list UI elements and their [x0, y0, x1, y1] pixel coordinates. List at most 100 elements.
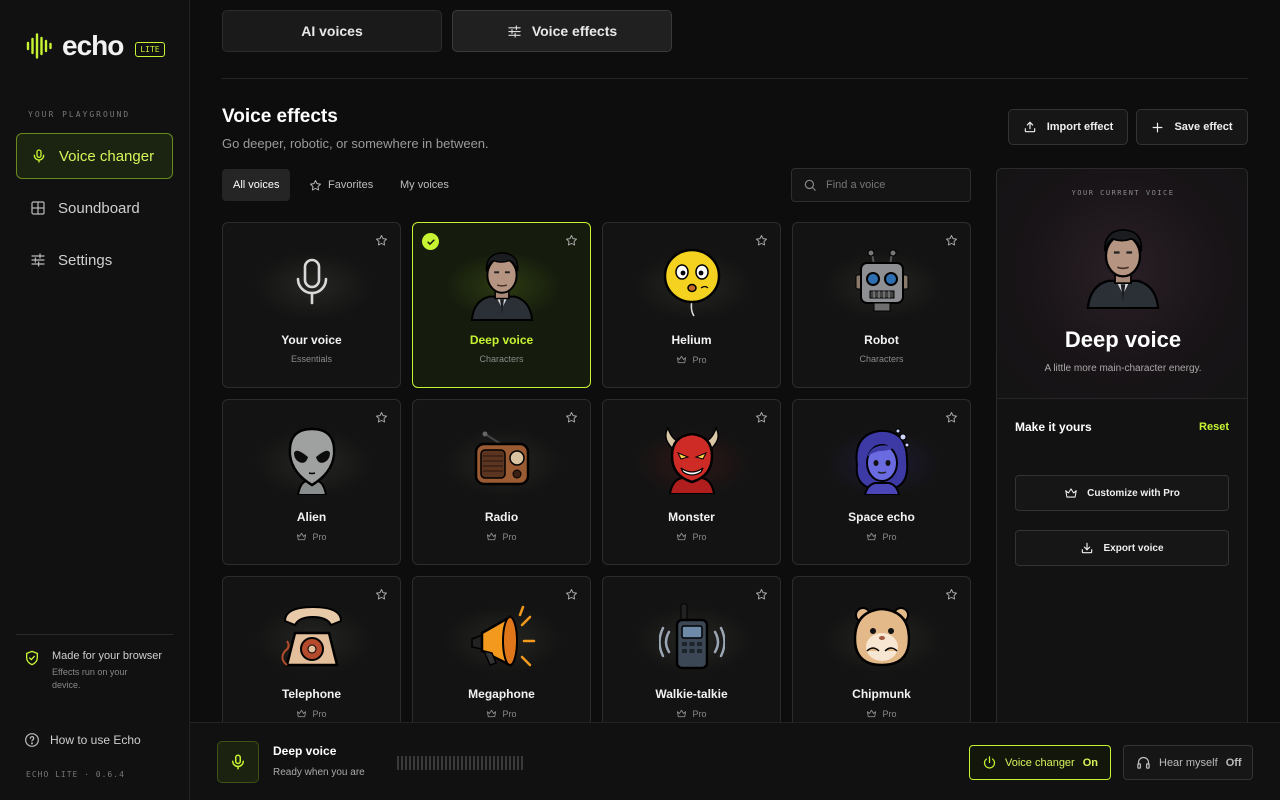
- version-label: ECHO LITE · 0.6.4: [26, 770, 125, 779]
- mic-icon: [232, 754, 244, 770]
- meter-tick: [429, 756, 431, 770]
- level-meter: [397, 756, 523, 770]
- save-effect-button[interactable]: Save effect: [1136, 109, 1248, 145]
- crown-icon: [867, 709, 877, 718]
- sidebar-item-settings[interactable]: Settings: [16, 237, 173, 283]
- make-it-yours-title: Make it yours: [1015, 420, 1092, 434]
- star-icon[interactable]: [755, 588, 768, 601]
- crown-icon: [1065, 488, 1077, 498]
- active-voice-status: Ready when you are: [273, 767, 365, 778]
- voice-tag-label: Pro: [312, 531, 327, 542]
- meter-tick: [449, 756, 451, 770]
- import-effect-button[interactable]: Import effect: [1008, 109, 1128, 145]
- voice-tag-label: Pro: [502, 531, 517, 542]
- how-to-link[interactable]: How to use Echo: [24, 732, 141, 748]
- meter-tick: [489, 756, 491, 770]
- meter-tick: [509, 756, 511, 770]
- meter-tick: [433, 756, 435, 770]
- voice-card-chipmunk[interactable]: Chipmunk Pro: [792, 576, 971, 722]
- search-input[interactable]: [826, 179, 956, 191]
- voice-card-monster[interactable]: Monster Pro: [602, 399, 781, 565]
- meter-tick: [513, 756, 515, 770]
- star-icon[interactable]: [945, 588, 958, 601]
- tab-ai-voices[interactable]: AI voices: [222, 10, 442, 52]
- voice-name: Space echo: [848, 510, 915, 524]
- export-voice-button[interactable]: Export voice: [1015, 530, 1229, 566]
- sidebar-item-soundboard[interactable]: Soundboard: [16, 185, 173, 231]
- star-icon[interactable]: [375, 234, 388, 247]
- meter-tick: [481, 756, 483, 770]
- app: echo LITE YOUR PLAYGROUND Voice changer …: [0, 0, 1280, 800]
- voice-card-deep-voice[interactable]: Deep voice Characters: [412, 222, 591, 388]
- customize-pro-button[interactable]: Customize with Pro: [1015, 475, 1229, 511]
- voice-card-helium[interactable]: Helium Pro: [602, 222, 781, 388]
- voice-name: Walkie-talkie: [655, 687, 728, 701]
- voice-card-your-voice[interactable]: Your voice Essentials: [222, 222, 401, 388]
- grid-icon: [31, 201, 45, 215]
- sidebar-item-label: Settings: [58, 251, 113, 269]
- meter-tick: [497, 756, 499, 770]
- search-box[interactable]: [791, 168, 971, 202]
- crown-icon: [487, 709, 497, 718]
- selected-check-icon: [422, 233, 439, 250]
- crown-icon: [297, 709, 307, 718]
- star-icon[interactable]: [375, 588, 388, 601]
- header-divider: [222, 78, 1248, 79]
- star-icon[interactable]: [755, 411, 768, 424]
- hear-myself-state: Off: [1225, 756, 1242, 769]
- save-label: Save effect: [1174, 121, 1233, 133]
- star-icon: [310, 179, 321, 190]
- current-voice-panel: YOUR CURRENT VOICE Deep voice A little m…: [996, 168, 1248, 728]
- star-icon[interactable]: [945, 411, 958, 424]
- star-icon[interactable]: [945, 234, 958, 247]
- hear-myself-label: Hear myself: [1159, 756, 1218, 769]
- meter-tick: [469, 756, 471, 770]
- star-icon[interactable]: [375, 411, 388, 424]
- radio-icon: [466, 422, 538, 498]
- filter-all-voices[interactable]: All voices: [222, 169, 291, 201]
- brand-name: echo: [62, 30, 124, 61]
- voice-card-robot[interactable]: Robot Characters: [792, 222, 971, 388]
- star-icon[interactable]: [565, 411, 578, 424]
- voice-card-walkie-talkie[interactable]: Walkie-talkie Pro: [602, 576, 781, 722]
- plus-icon: [1153, 122, 1163, 132]
- browser-note-title: Made for your browser: [52, 650, 163, 662]
- alien-head-icon: [276, 422, 348, 498]
- crown-icon: [677, 709, 687, 718]
- star-icon[interactable]: [755, 234, 768, 247]
- voice-card-alien[interactable]: Alien Pro: [222, 399, 401, 565]
- filter-label: Favorites: [328, 179, 374, 191]
- voice-grid: Your voice Essentials Deep voice Charact…: [222, 222, 971, 722]
- sidebar-item-voice-changer[interactable]: Voice changer: [16, 133, 173, 179]
- voice-tag: Characters: [793, 354, 970, 364]
- voice-changer-toggle[interactable]: Voice changer On: [969, 745, 1111, 780]
- tab-voice-effects[interactable]: Voice effects: [452, 10, 672, 52]
- crown-icon: [867, 532, 877, 541]
- star-icon[interactable]: [565, 234, 578, 247]
- sidebar-divider: [16, 634, 173, 635]
- crown-icon: [487, 532, 497, 541]
- filter-my-voices[interactable]: My voices: [389, 169, 460, 201]
- voice-card-megaphone[interactable]: Megaphone Pro: [412, 576, 591, 722]
- download-icon: [1082, 542, 1093, 554]
- reset-button[interactable]: Reset: [1199, 421, 1229, 433]
- voice-card-telephone[interactable]: Telephone Pro: [222, 576, 401, 722]
- voice-tag: Pro: [603, 708, 780, 719]
- voice-card-space-echo[interactable]: Space echo Pro: [792, 399, 971, 565]
- logo[interactable]: echo LITE: [26, 30, 165, 62]
- bottom-bar: Deep voice Ready when you are Voice chan…: [190, 722, 1280, 800]
- hear-myself-toggle[interactable]: Hear myself Off: [1123, 745, 1253, 780]
- meter-tick: [461, 756, 463, 770]
- voice-name: Chipmunk: [852, 687, 911, 701]
- meter-tick: [413, 756, 415, 770]
- mic-button[interactable]: [217, 741, 259, 783]
- walkie-talkie-icon: [656, 599, 728, 675]
- voice-card-radio[interactable]: Radio Pro: [412, 399, 591, 565]
- voice-changer-state: On: [1082, 756, 1098, 769]
- voice-tag: Pro: [223, 708, 400, 719]
- lite-badge: LITE: [135, 41, 165, 57]
- sliders-icon: [508, 24, 521, 38]
- star-icon[interactable]: [565, 588, 578, 601]
- filter-favorites[interactable]: Favorites: [298, 169, 384, 201]
- meter-tick: [473, 756, 475, 770]
